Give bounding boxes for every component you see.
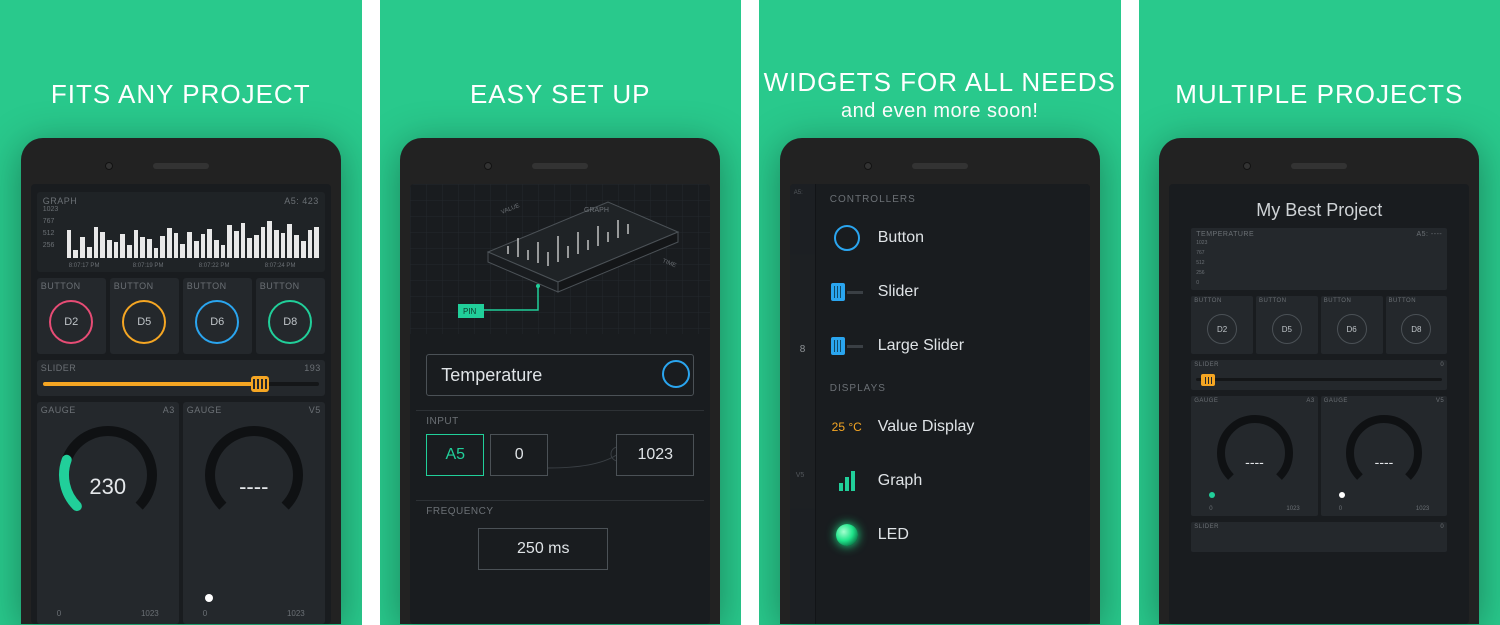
button-row: BUTTON D2 BUTTON D5 BUTTON D6 BUTTON D8 [37,278,325,354]
circle-icon: D8 [268,300,312,344]
list-item-slider[interactable]: Slider [816,265,1090,319]
panel-headline: FITS ANY PROJECT [51,60,311,130]
range-low[interactable]: 0 [490,434,548,476]
section-label-input: INPUT [426,416,459,427]
screen-dashboard: GRAPH A5: 423 1023 767 512 256 8:07:17 P… [31,184,331,624]
dashboard-peek: A5: 8 V5 [790,184,816,624]
mini-button: BUTTOND5 [1256,296,1318,354]
list-item-led[interactable]: LED [816,508,1090,562]
svg-text:GRAPH: GRAPH [584,207,609,214]
speaker-icon [1291,163,1347,169]
phone-frame: My Best Project TEMPERATURE A5: ---- 102… [1159,138,1479,624]
button-widget-d8[interactable]: BUTTON D8 [256,278,325,354]
led-icon [830,518,864,552]
range-high[interactable]: 1023 [616,434,694,476]
slider-fill [43,382,259,386]
circle-icon: D6 [195,300,239,344]
gauge-arc-icon [1339,408,1429,498]
screen-projects: My Best Project TEMPERATURE A5: ---- 102… [1169,184,1469,624]
mini-gauge: GAUGE A3 ---- 01023 [1191,396,1318,516]
divider [416,410,704,411]
camera-icon [1243,162,1251,170]
list-item-button[interactable]: Button [816,211,1090,265]
slider-knob-icon[interactable] [251,376,269,392]
list-item-large-slider[interactable]: Large Slider [816,319,1090,373]
camera-icon [484,162,492,170]
list-item-graph[interactable]: Graph [816,454,1090,508]
circle-icon: D5 [122,300,166,344]
group-header-controllers: CONTROLLERS [816,184,1090,211]
phone-top [1169,148,1469,184]
button-widget-d2[interactable]: BUTTON D2 [37,278,106,354]
slider-icon [830,275,864,309]
button-widget-d5[interactable]: BUTTON D5 [110,278,179,354]
mini-graph: TEMPERATURE A5: ---- 1023 767 512 256 0 [1191,228,1447,290]
widget-list[interactable]: CONTROLLERS Button Slider Large Slider D… [816,184,1090,624]
iso-widget-icon: GRAPH VALUE TIME PIN [410,184,710,334]
name-input[interactable]: Temperature [426,354,694,396]
circle-icon: D2 [49,300,93,344]
speaker-icon [153,163,209,169]
group-header-displays: DISPLAYS [816,373,1090,400]
phone-frame: GRAPH VALUE TIME PIN Temperature INPUT A… [400,138,720,624]
panel-headline: MULTIPLE PROJECTS [1175,60,1463,130]
speaker-icon [532,163,588,169]
mapping-curve-icon [548,434,616,476]
slider-widget[interactable]: SLIDER 193 [37,360,325,396]
section-label-frequency: FREQUENCY [426,506,493,517]
slider-icon [830,329,864,363]
gauge-dot-icon [205,594,213,602]
camera-icon [864,162,872,170]
graph-widget[interactable]: GRAPH A5: 423 1023 767 512 256 8:07:17 P… [37,192,325,272]
camera-icon [105,162,113,170]
list-item-value-display[interactable]: 25 °C Value Display [816,400,1090,454]
promo-panel-3: WIDGETS FOR ALL NEEDS and even more soon… [759,0,1121,625]
gauge-widget-a3[interactable]: GAUGE A3 230 0 1023 [37,402,179,624]
widget-pin-value: A5: 423 [284,196,319,206]
input-row: A5 0 1023 [426,434,694,476]
gauge-dot-icon [1339,492,1345,498]
gauge-row: GAUGE A3 230 0 1023 GAUGE V5 [37,402,325,624]
promo-panel-4: MULTIPLE PROJECTS My Best Project TEMPER… [1139,0,1500,625]
frequency-select[interactable]: 250 ms [478,528,608,570]
panel-headline: WIDGETS FOR ALL NEEDS and even more soon… [764,60,1116,130]
button-icon [830,221,864,255]
screen-setup: GRAPH VALUE TIME PIN Temperature INPUT A… [410,184,710,624]
divider [416,500,704,501]
mini-button: BUTTOND2 [1191,296,1253,354]
isometric-diagram: GRAPH VALUE TIME PIN [410,184,710,334]
slider-knob-icon [1201,374,1215,386]
pin-select[interactable]: A5 [426,434,484,476]
screen-widget-list: A5: 8 V5 CONTROLLERS Button Slider Large… [790,184,1090,624]
svg-text:PIN: PIN [463,307,477,316]
gauge-arc-icon [1210,408,1300,498]
value-icon: 25 °C [830,410,864,444]
phone-frame: GRAPH A5: 423 1023 767 512 256 8:07:17 P… [21,138,341,624]
phone-top [790,148,1090,184]
mini-slider: SLIDER 0 [1191,360,1447,390]
phone-top [31,148,331,184]
button-widget-d6[interactable]: BUTTON D6 [183,278,252,354]
name-input-value: Temperature [441,365,542,386]
phone-frame: A5: 8 V5 CONTROLLERS Button Slider Large… [780,138,1100,624]
mini-button: BUTTOND6 [1321,296,1383,354]
widget-label: GRAPH [43,196,78,206]
project-preview[interactable]: TEMPERATURE A5: ---- 1023 767 512 256 0 … [1191,228,1447,624]
mini-button: BUTTOND8 [1386,296,1448,354]
graph-bars [67,214,319,258]
promo-panel-2: EASY SET UP [380,0,742,625]
mini-buttons: BUTTOND2 BUTTOND5 BUTTOND6 BUTTOND8 [1191,296,1447,354]
project-title: My Best Project [1169,200,1469,221]
promo-panel-1: FITS ANY PROJECT GRAPH A5: 423 1023 767 … [0,0,362,625]
phone-top [410,148,710,184]
panel-headline: EASY SET UP [470,60,651,130]
gauge-widget-v5[interactable]: GAUGE V5 ---- 0 1023 [183,402,325,624]
mini-gauges: GAUGE A3 ---- 01023 GAUGE V5 [1191,396,1447,516]
graph-icon [830,464,864,498]
mini-slider-2: SLIDER 0 [1191,522,1447,552]
mini-gauge: GAUGE V5 ---- 01023 [1321,396,1448,516]
speaker-icon [912,163,968,169]
